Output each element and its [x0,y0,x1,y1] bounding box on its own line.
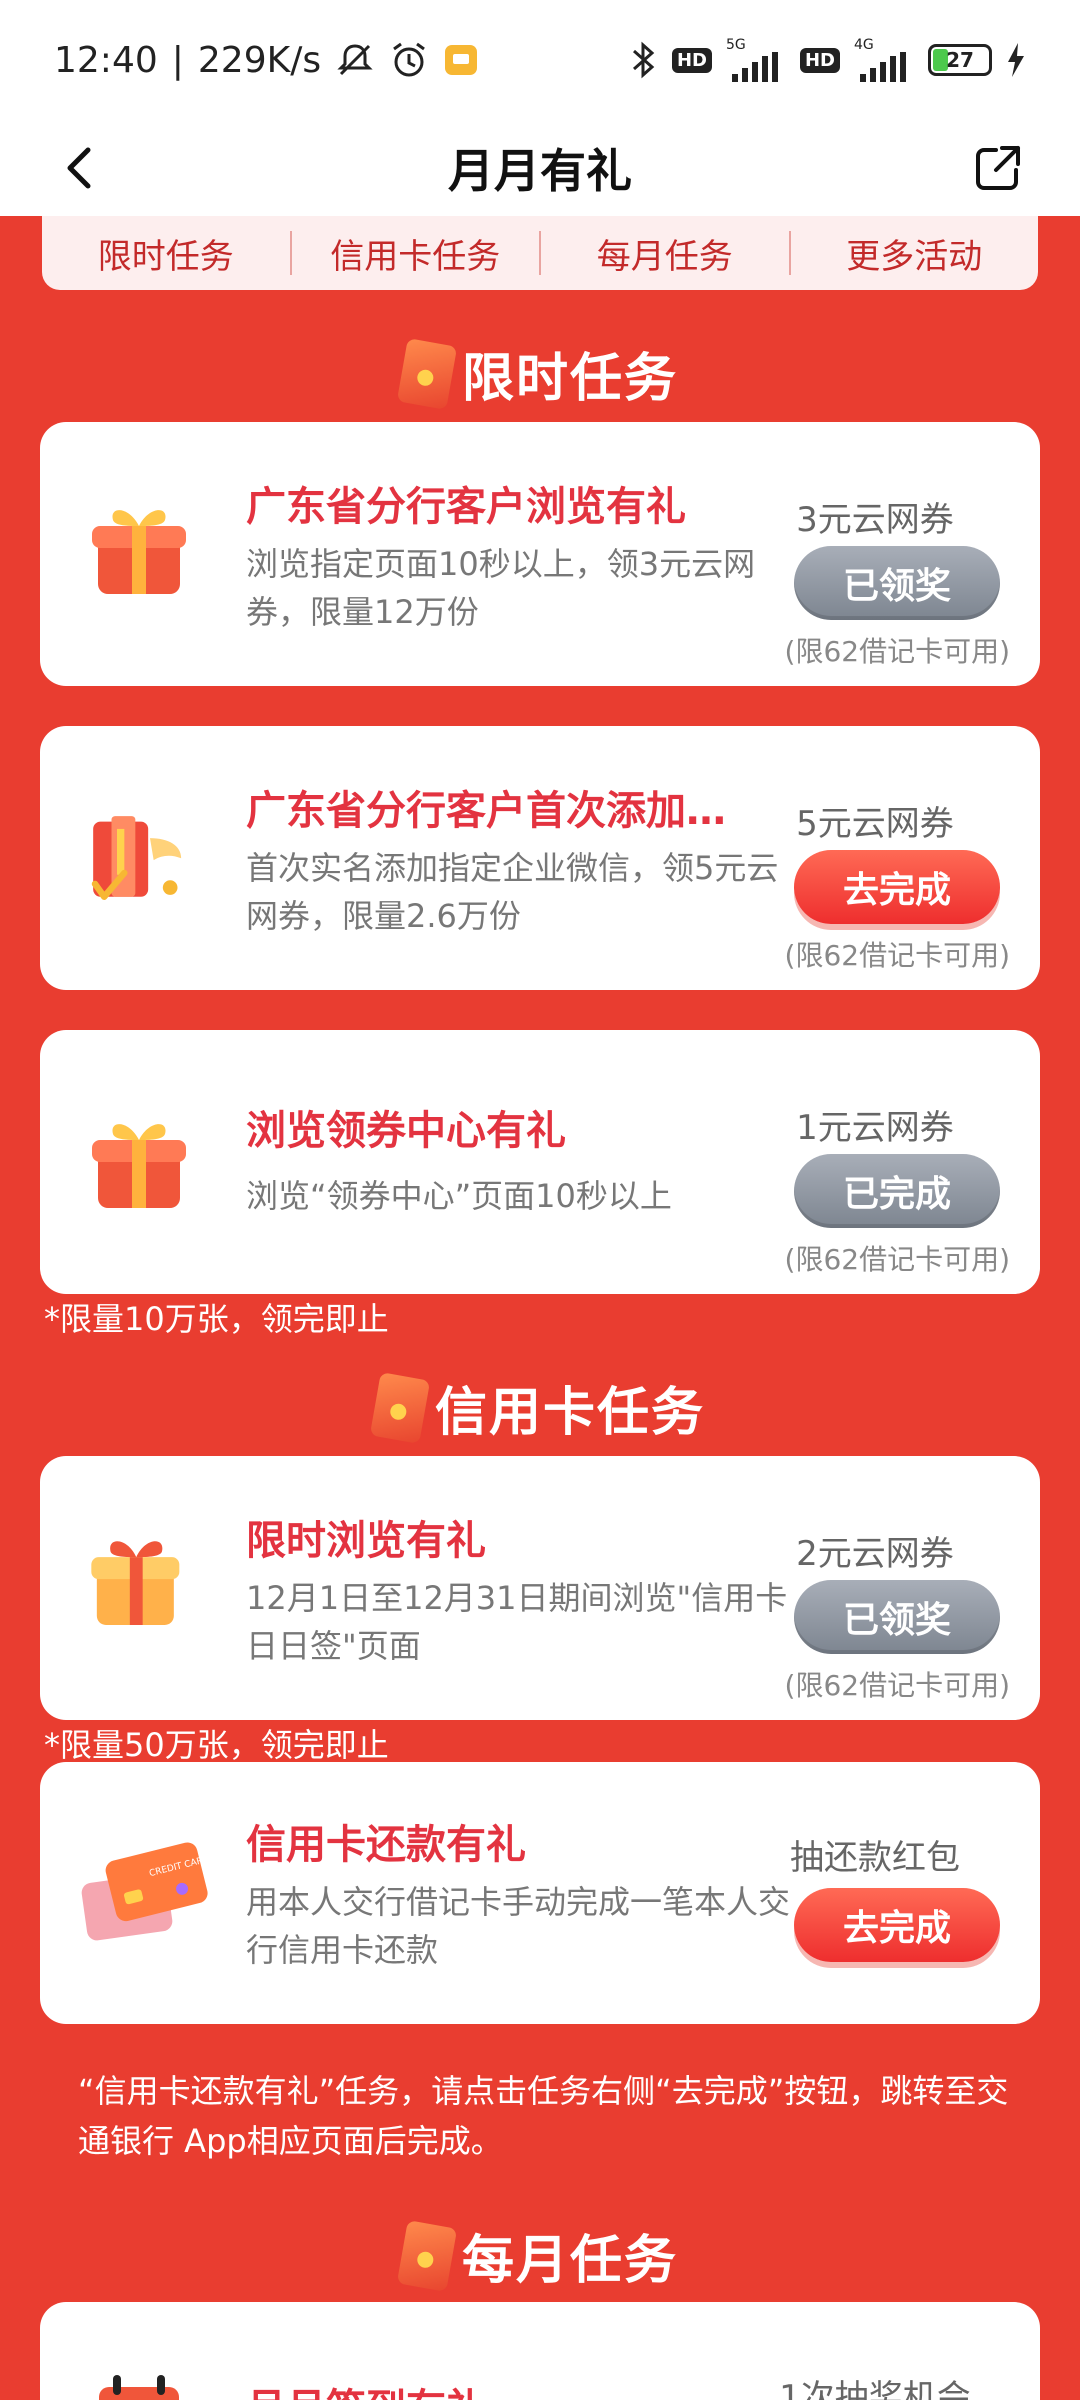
task-title: 广东省分行客户浏览有礼 [246,484,686,530]
task-title: 信用卡还款有礼 [246,1822,526,1868]
limit-note: (限62借记卡可用) [784,1669,1010,1702]
gift-box-icon [84,492,194,602]
signal-icon: 5G [726,38,786,82]
hd-badge-2: HD [799,47,840,73]
reward-label: 3元云网券 [796,500,954,540]
task-title: 浏览领券中心有礼 [246,1108,566,1154]
repay-info: “信用卡还款有礼”任务，请点击任务右侧“去完成”按钮，跳转至交通银行 App相应… [78,2072,1009,2160]
task-card: 广东省分行客户浏览有礼 浏览指定页面10秒以上，领3元云网券，限量12万份 3元… [40,422,1040,686]
task-card: CREDIT CARD 信用卡还款有礼 用本人交行借记卡手动完成一笔本人交行信用… [40,1762,1040,2024]
tab-more[interactable]: 更多活动 [791,229,1039,278]
task-title: 广东省分行客户首次添加… [246,788,726,834]
charging-icon [1006,43,1026,77]
task-description: 用本人交行借记卡手动完成一笔本人交行信用卡还款 [246,1883,791,1969]
task-card: 广东省分行客户首次添加… 首次实名添加指定企业微信，领5元云网券，限量2.6万份… [40,726,1040,990]
page-title: 月月有礼 [448,144,632,198]
section-header-credit: 信用卡任务 [0,1370,1080,1445]
quota-note: *限量50万张，领完即止 [44,1726,389,1764]
task-description: 浏览指定页面10秒以上，领3元云网券，限量12万份 [246,545,756,631]
section-header-limited: 限时任务 [0,336,1080,411]
task-title: 月月签到有礼 [246,2376,486,2400]
calendar-icon [84,2362,194,2400]
reward-label: 抽还款红包 [790,1838,960,1878]
limit-note: (限62借记卡可用) [784,635,1010,668]
red-envelope-icon [369,1371,431,1444]
tab-limited[interactable]: 限时任务 [42,229,290,278]
section-header-monthly: 每月任务 [0,2218,1080,2293]
gift-box-icon [84,1106,194,1216]
gift-box-icon [84,1526,194,1636]
share-icon[interactable] [966,136,1030,200]
status-bar: 12:40 | 229K/s HD 5G HD 4G 27 [0,0,1080,120]
credit-card-icon: CREDIT CARD [80,1838,210,1948]
task-card: 限时浏览有礼 12月1日至12月31日期间浏览"信用卡日日签"页面 2元云网券 … [40,1456,1040,1720]
reward-label: 2元云网券 [796,1534,954,1574]
task-card: 月月签到有礼 1次抽奖机会 [40,2302,1040,2400]
hd-badge: HD [671,47,712,73]
task-description: 12月1日至12月31日期间浏览"信用卡日日签"页面 [246,1579,788,1665]
claimed-button[interactable]: 已领奖 [794,546,1000,620]
limit-note: (限62借记卡可用) [784,939,1010,972]
reward-label: 5元云网券 [796,804,954,844]
tab-strip: 限时任务 信用卡任务 每月任务 更多活动 [42,216,1038,290]
card-document-icon [84,806,194,916]
limit-note: (限62借记卡可用) [784,1243,1010,1276]
claimed-button[interactable]: 已领奖 [794,1580,1000,1654]
task-card: 浏览领券中心有礼 浏览“领券中心”页面10秒以上 1元云网券 已完成 (限62借… [40,1030,1040,1294]
chevron-left-icon[interactable] [50,138,110,198]
reward-label: 1次抽奖机会 [779,2378,971,2400]
go-complete-button[interactable]: 去完成 [794,850,1000,924]
clock: 12:40 [54,39,158,81]
signal-icon-2: 4G [854,38,914,82]
bluetooth-icon [628,41,658,79]
completed-button[interactable]: 已完成 [794,1154,1000,1228]
go-complete-button[interactable]: 去完成 [794,1888,1000,1962]
task-title: 限时浏览有礼 [246,1518,486,1564]
task-description: 首次实名添加指定企业微信，领5元云网券，限量2.6万份 [246,849,779,935]
notification-icon [443,42,479,78]
red-envelope-icon [396,337,458,410]
tab-credit-card[interactable]: 信用卡任务 [292,229,540,278]
network-speed: 229K/s [197,39,322,81]
nav-bar: 月月有礼 [0,120,1080,216]
task-description: 浏览“领券中心”页面10秒以上 [246,1177,672,1215]
alarm-icon [389,40,429,80]
reward-label: 1元云网券 [796,1108,954,1148]
tab-monthly[interactable]: 每月任务 [541,229,789,278]
mute-icon [335,40,375,80]
battery-indicator: 27 [928,44,992,76]
red-envelope-icon [396,2219,458,2292]
quota-note: *限量10万张，领完即止 [44,1300,389,1338]
